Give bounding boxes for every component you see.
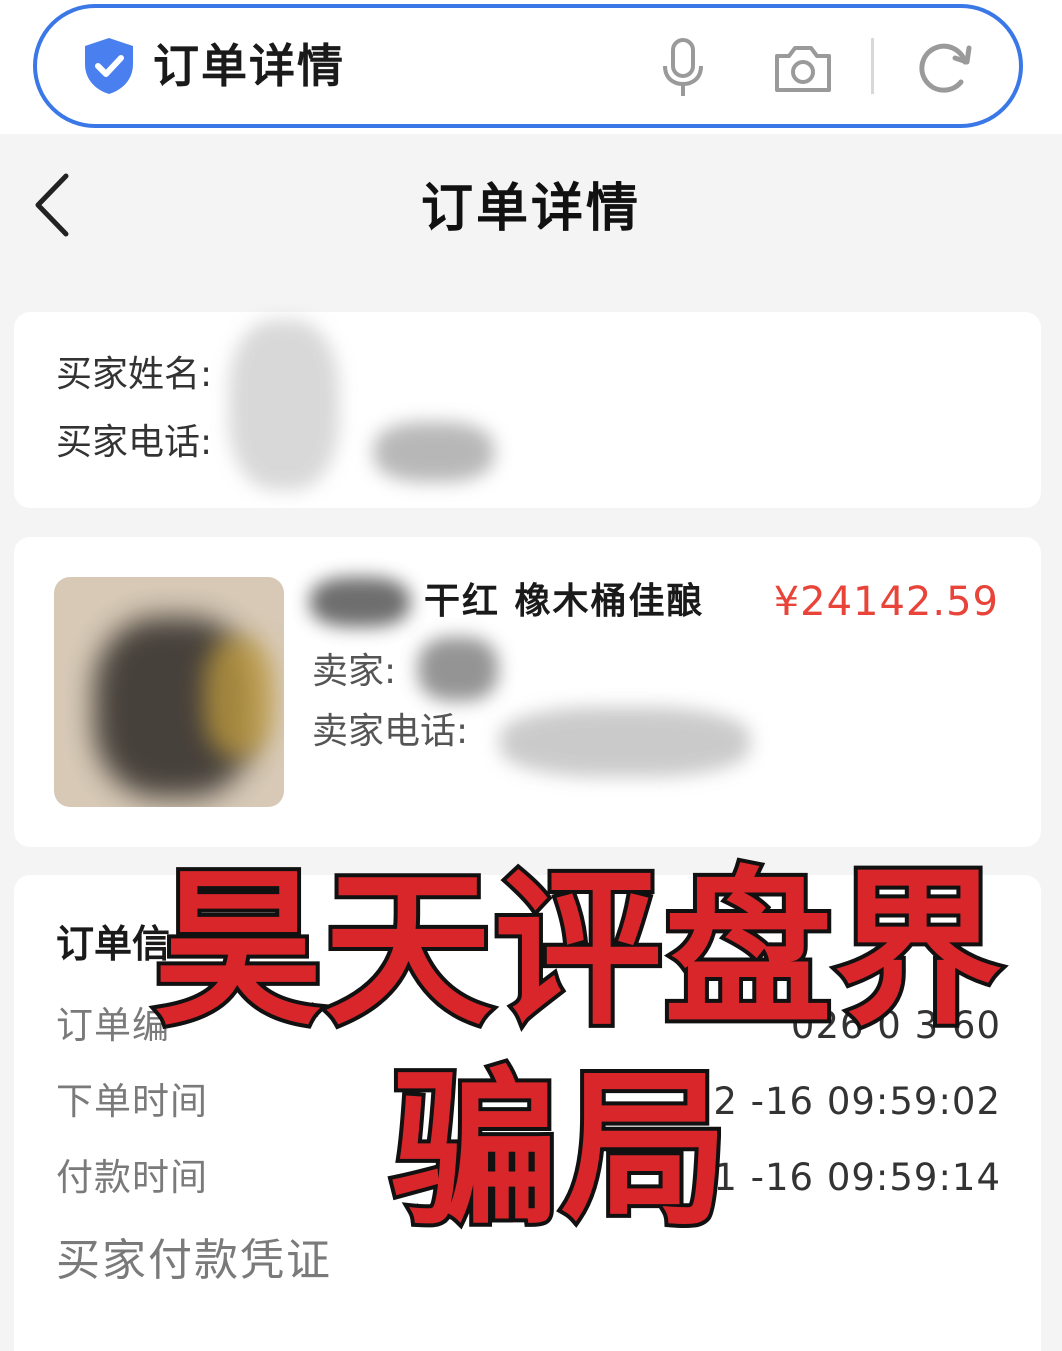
product-name: 干红 橡木桶佳酿 [424, 581, 705, 622]
payment-time-value: 1 -16 09:59:14 [713, 1156, 1001, 1199]
product-card[interactable]: 干红 橡木桶佳酿 ¥24142.59 卖家: 卖家电话: [14, 537, 1041, 847]
address-bar[interactable]: 订单详情 [33, 4, 1023, 128]
product-price: ¥24142.59 [773, 579, 999, 625]
buyer-phone-label: 买家电话: [56, 422, 213, 463]
buyer-name-label: 买家姓名: [56, 354, 213, 395]
order-info-title: 订单信 [56, 922, 171, 966]
page-title: 订单详情 [420, 179, 641, 239]
redaction-smudge [374, 422, 494, 482]
order-info-card: 订单信 订单编 026 0 3 60 下单时间 2 -16 09:59:02 付… [14, 875, 1041, 1351]
order-number-value: 026 0 3 60 [790, 1004, 1001, 1047]
order-number-label: 订单编 [56, 1004, 170, 1047]
order-time-value: 2 -16 09:59:02 [713, 1080, 1001, 1123]
buyer-info-card: 买家姓名: 买家电话: [14, 312, 1041, 508]
page-header: 订单详情 [0, 134, 1062, 284]
redaction-smudge [418, 637, 498, 701]
seller-phone-label: 卖家电话: [312, 711, 469, 752]
microphone-icon[interactable] [661, 38, 705, 98]
redaction-smudge [204, 637, 274, 757]
address-bar-title: 订单详情 [153, 39, 345, 93]
shield-check-icon [85, 38, 133, 94]
seller-label: 卖家: [312, 651, 397, 692]
camera-icon[interactable] [773, 42, 833, 94]
payment-time-label: 付款时间 [56, 1156, 208, 1199]
order-time-label: 下单时间 [56, 1080, 208, 1123]
address-bar-divider [871, 38, 874, 94]
redaction-smudge [229, 320, 339, 490]
payment-proof-label: 买家付款凭证 [56, 1235, 332, 1286]
product-image [54, 577, 284, 807]
refresh-icon[interactable] [915, 38, 973, 96]
redaction-smudge [500, 707, 750, 777]
redaction-smudge [310, 577, 410, 627]
browser-top-bar: 订单详情 [0, 0, 1062, 134]
